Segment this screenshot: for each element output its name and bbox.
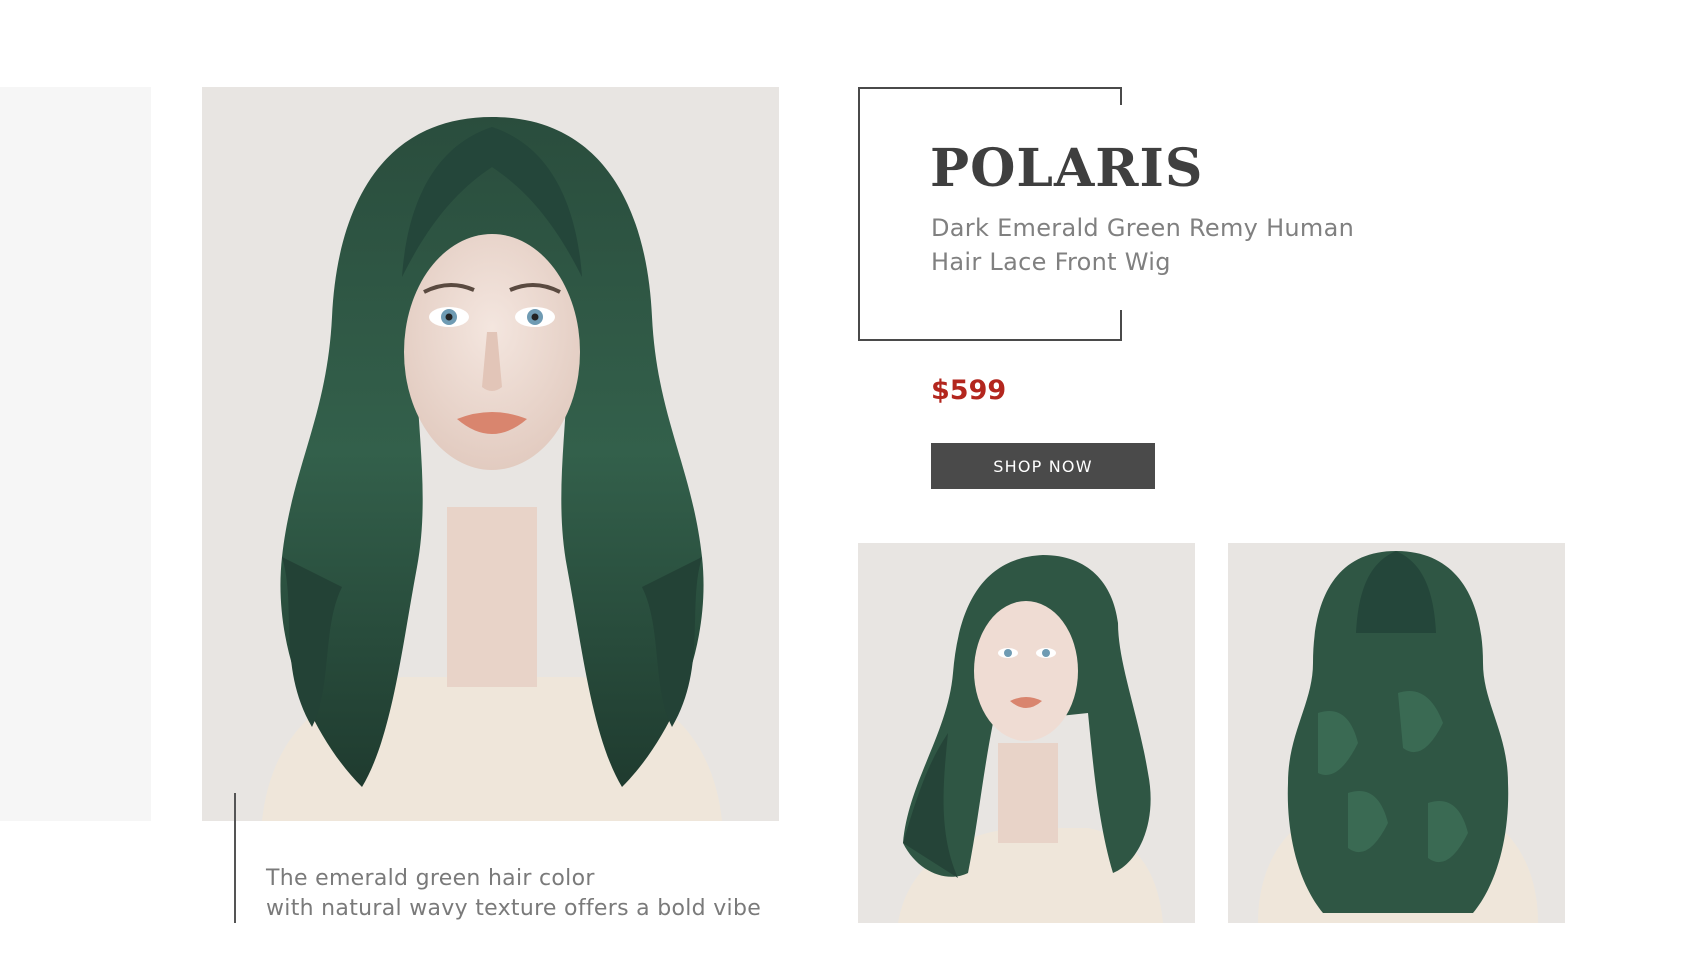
product-thumbnail-back[interactable] (1228, 543, 1565, 923)
product-price: $599 (931, 375, 1007, 406)
description-line-2: with natural wavy texture offers a bold … (266, 896, 762, 921)
subtitle-line-1: Dark Emerald Green Remy Human (931, 214, 1355, 242)
shop-now-button[interactable]: SHOP NOW (931, 443, 1155, 489)
description-accent-line (234, 793, 236, 923)
model-back-illustration (1228, 543, 1565, 923)
product-subtitle: Dark Emerald Green Remy Human Hair Lace … (931, 211, 1451, 279)
frame-accent-top (1120, 87, 1122, 105)
model-front-illustration (202, 87, 779, 821)
model-side-illustration (858, 543, 1195, 923)
product-title: POLARIS (930, 138, 1204, 199)
description-line-1: The emerald green hair color (266, 866, 595, 891)
product-thumbnail-front[interactable] (858, 543, 1195, 923)
product-main-image[interactable] (202, 87, 779, 821)
subtitle-line-2: Hair Lace Front Wig (931, 248, 1171, 276)
frame-accent-bottom (1120, 310, 1122, 341)
product-description: The emerald green hair color with natura… (266, 864, 761, 924)
decorative-side-panel (0, 87, 151, 821)
